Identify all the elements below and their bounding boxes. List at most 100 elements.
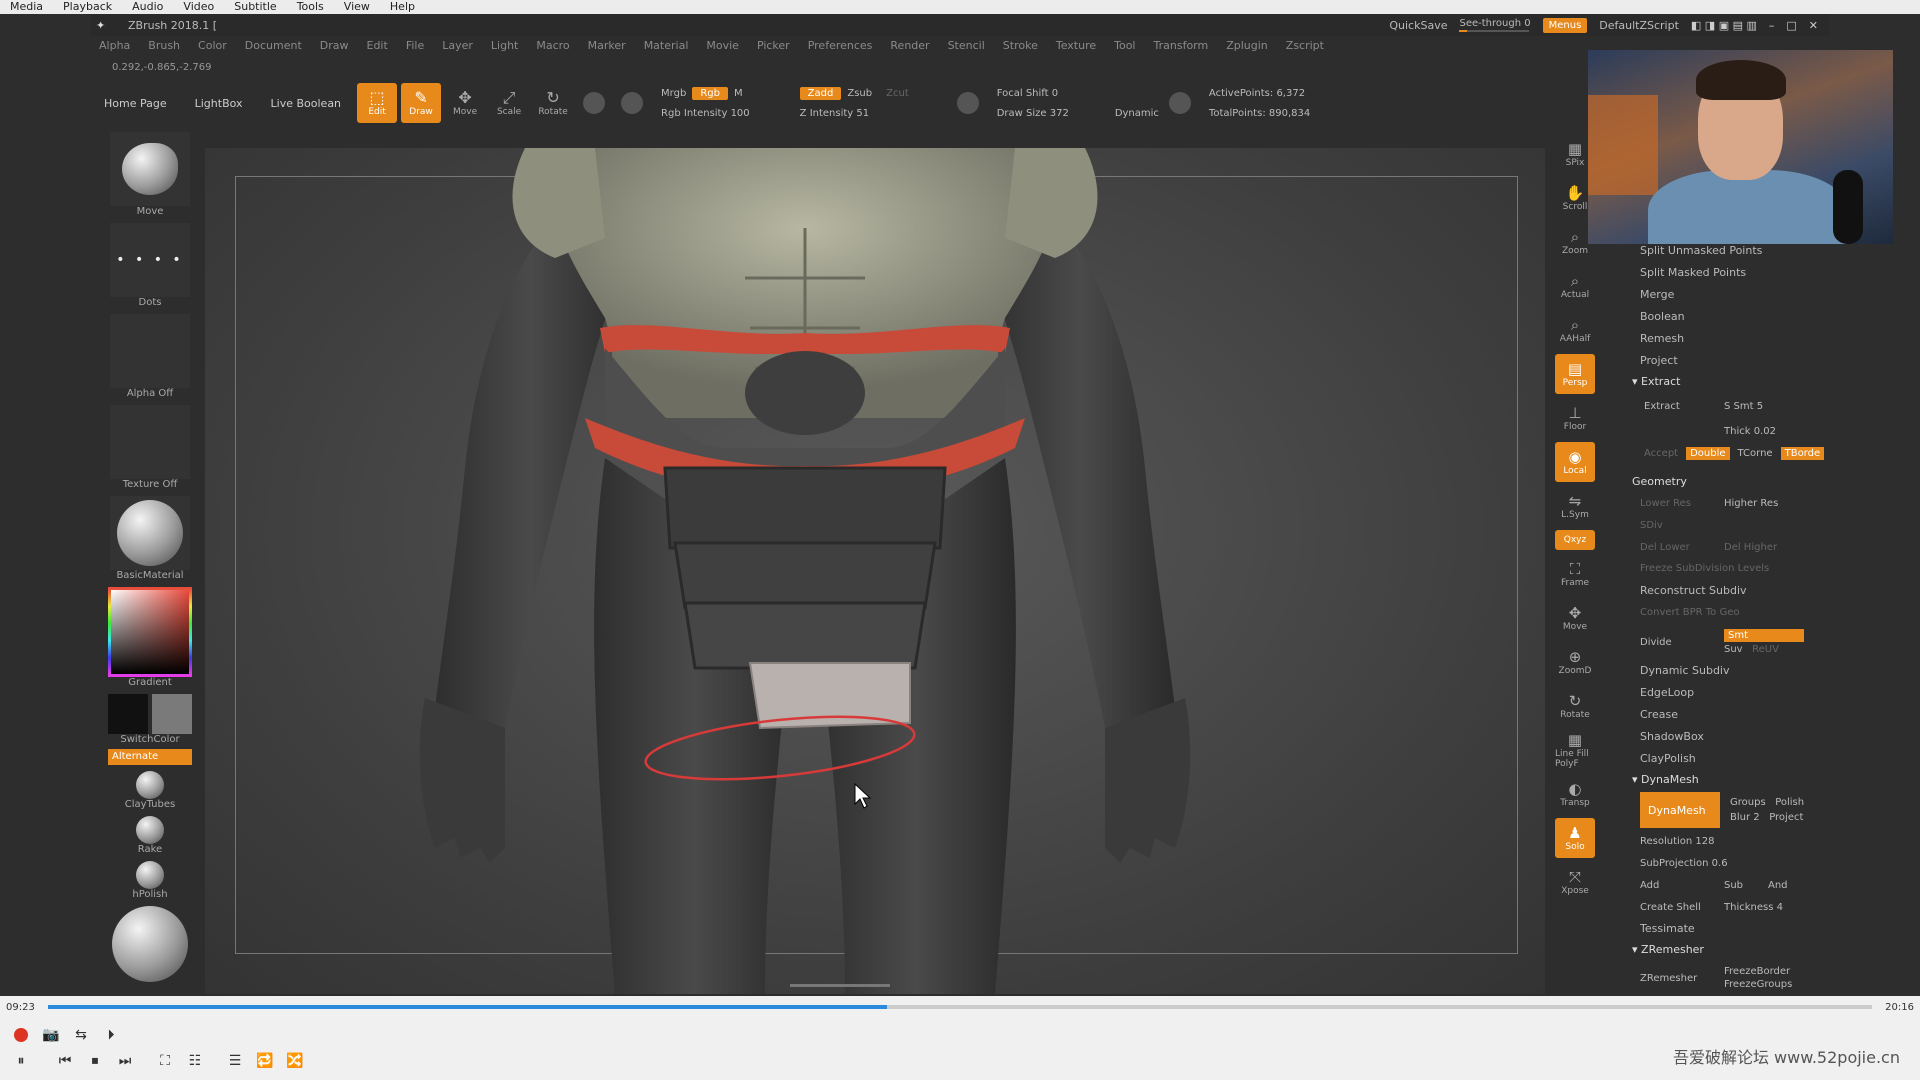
color-picker[interactable]: Gradient <box>108 587 192 688</box>
rgb-button[interactable]: Rgb <box>692 86 728 100</box>
zb-menu-item[interactable]: Alpha <box>90 39 139 52</box>
draw-button[interactable]: ✎ Draw <box>401 83 442 123</box>
blur-slider[interactable]: Blur 2 <box>1730 812 1760 823</box>
freeze-groups-toggle[interactable]: FreezeGroups <box>1724 979 1792 990</box>
loop-ab-button[interactable]: ⇆ <box>70 1024 92 1046</box>
fullscreen-button[interactable]: ⛶ <box>154 1050 176 1072</box>
maximize-icon[interactable]: □ <box>1786 19 1796 32</box>
dynamesh-button[interactable]: DynaMesh <box>1640 792 1720 828</box>
actual-button[interactable]: ⌕ Actual <box>1555 266 1595 306</box>
s-smt-slider[interactable]: S Smt 5 <box>1724 401 1763 412</box>
zremesher-button[interactable]: ZRemesher <box>1640 973 1720 984</box>
create-shell-button[interactable]: Create Shell <box>1640 902 1720 913</box>
zb-menu-item[interactable]: Movie <box>697 39 748 52</box>
qxyz-button[interactable]: Qxyz <box>1555 530 1595 550</box>
thickness-slider[interactable]: Thickness 4 <box>1724 902 1783 913</box>
material-swatch-icon[interactable] <box>583 92 606 114</box>
texture-selector[interactable]: Texture Off <box>108 405 192 490</box>
double-button[interactable]: Double <box>1686 446 1730 460</box>
extract-section-header[interactable]: ▾ Extract <box>1630 372 1812 392</box>
vlc-menu-view[interactable]: View <box>334 0 380 14</box>
alternate-button[interactable]: Alternate <box>108 749 192 765</box>
dynamesh-section-header[interactable]: ▾ DynaMesh <box>1630 770 1812 790</box>
shuffle-button[interactable]: 🔀 <box>284 1050 306 1072</box>
frame-button[interactable]: ⛶ Frame <box>1555 554 1595 594</box>
zcut-button[interactable]: Zcut <box>878 87 917 100</box>
zb-menu-item[interactable]: Marker <box>579 39 635 52</box>
extract-button[interactable]: Extract <box>1640 400 1720 413</box>
vlc-menu-tools[interactable]: Tools <box>287 0 334 14</box>
crease-button[interactable]: Crease <box>1630 704 1812 726</box>
quicksave-button[interactable]: QuickSave <box>1389 19 1447 32</box>
zb-menu-item[interactable]: Zplugin <box>1217 39 1277 52</box>
home-page-button[interactable]: Home Page <box>90 97 181 110</box>
canvas-viewport[interactable] <box>205 148 1545 994</box>
dynamic-button[interactable]: Dynamic <box>1115 108 1159 119</box>
edgeloop-button[interactable]: EdgeLoop <box>1630 682 1812 704</box>
zb-menu-item[interactable]: Layer <box>433 39 482 52</box>
main-color-swatch[interactable] <box>108 694 148 734</box>
suv-toggle[interactable]: Suv <box>1724 644 1743 655</box>
sdiv-slider[interactable]: SDiv <box>1640 520 1663 531</box>
scale-button[interactable]: ⤢ Scale <box>489 83 529 123</box>
move-view-button[interactable]: ✥ Move <box>1555 598 1595 638</box>
persp-button[interactable]: ▤ Persp <box>1555 354 1595 394</box>
zsub-button[interactable]: Zsub <box>847 88 872 99</box>
close-icon[interactable]: ✕ <box>1809 19 1818 32</box>
tessimate-button[interactable]: Tessimate <box>1630 918 1812 940</box>
subprojection-slider[interactable]: SubProjection 0.6 <box>1640 858 1728 869</box>
transp-button[interactable]: ◐ Transp <box>1555 774 1595 814</box>
record-button[interactable] <box>10 1024 32 1046</box>
freeze-subdiv-button[interactable]: Freeze SubDivision Levels <box>1630 558 1812 580</box>
aahalf-button[interactable]: ⌕ AAHalf <box>1555 310 1595 350</box>
reconstruct-subdiv-button[interactable]: Reconstruct Subdiv <box>1630 580 1812 602</box>
stroke-selector[interactable]: • • • • Dots <box>108 223 192 308</box>
zb-menu-item[interactable]: Light <box>482 39 527 52</box>
zb-menu-item[interactable]: Material <box>635 39 698 52</box>
previous-button[interactable]: ⏮ <box>54 1050 76 1072</box>
tborder-button[interactable]: TBorde <box>1780 446 1825 460</box>
snapshot-button[interactable]: 📷 <box>40 1024 62 1046</box>
zb-menu-item[interactable]: Render <box>881 39 938 52</box>
thick-slider[interactable]: Thick 0.02 <box>1724 426 1776 437</box>
layout-icons[interactable]: ◧ ◨ ▣ ▤ ▥ <box>1691 19 1757 32</box>
alpha-selector[interactable]: Alpha Off <box>108 314 192 399</box>
playlist-button[interactable]: ☰ <box>224 1050 246 1072</box>
material-selector[interactable]: BasicMaterial <box>108 496 192 581</box>
stop-button[interactable]: ⏹ <box>84 1050 106 1072</box>
zremesher-section-header[interactable]: ▾ ZRemesher <box>1630 940 1812 960</box>
vlc-menu-playback[interactable]: Playback <box>53 0 122 14</box>
zb-menu-item[interactable]: Tool <box>1105 39 1144 52</box>
menus-button[interactable]: Menus <box>1542 17 1588 33</box>
higher-res-button[interactable]: Higher Res <box>1724 498 1778 509</box>
zb-menu-item[interactable]: Texture <box>1047 39 1105 52</box>
pause-button[interactable]: ⏸ <box>10 1050 32 1072</box>
lsym-button[interactable]: ⇋ L.Sym <box>1555 486 1595 526</box>
secondary-color-swatch[interactable] <box>152 694 192 734</box>
zoomd-button[interactable]: ⊕ ZoomD <box>1555 642 1595 682</box>
zb-menu-item[interactable]: Stroke <box>994 39 1047 52</box>
zb-menu-item[interactable]: Preferences <box>799 39 882 52</box>
zb-menu-item[interactable]: Color <box>189 39 236 52</box>
rake-brush[interactable]: Rake <box>108 816 192 855</box>
convert-bpr-button[interactable]: Convert BPR To Geo <box>1630 602 1812 624</box>
current-brush-preview[interactable] <box>108 906 192 982</box>
reuv-toggle[interactable]: ReUV <box>1752 644 1779 655</box>
zb-menu-item[interactable]: Zscript <box>1277 39 1333 52</box>
vlc-menu-audio[interactable]: Audio <box>122 0 173 14</box>
vlc-menu-help[interactable]: Help <box>380 0 425 14</box>
mrgb-button[interactable]: Mrgb <box>661 88 686 99</box>
split-masked-button[interactable]: Split Masked Points <box>1630 262 1812 284</box>
divide-button[interactable]: Divide <box>1640 637 1720 648</box>
dynamic-icon[interactable] <box>1168 92 1191 114</box>
zb-menu-item[interactable]: Transform <box>1145 39 1218 52</box>
vlc-menu-media[interactable]: Media <box>0 0 53 14</box>
m-button[interactable]: M <box>734 88 743 99</box>
script-label[interactable]: DefaultZScript <box>1599 19 1679 32</box>
add-button[interactable]: Add <box>1640 880 1720 891</box>
polish-toggle[interactable]: Polish <box>1775 797 1804 808</box>
claypolish-button[interactable]: ClayPolish <box>1630 748 1812 770</box>
live-boolean-button[interactable]: Live Boolean <box>257 97 356 110</box>
edit-button[interactable]: ⬚ Edit <box>357 83 398 123</box>
zb-menu-item[interactable]: File <box>397 39 433 52</box>
